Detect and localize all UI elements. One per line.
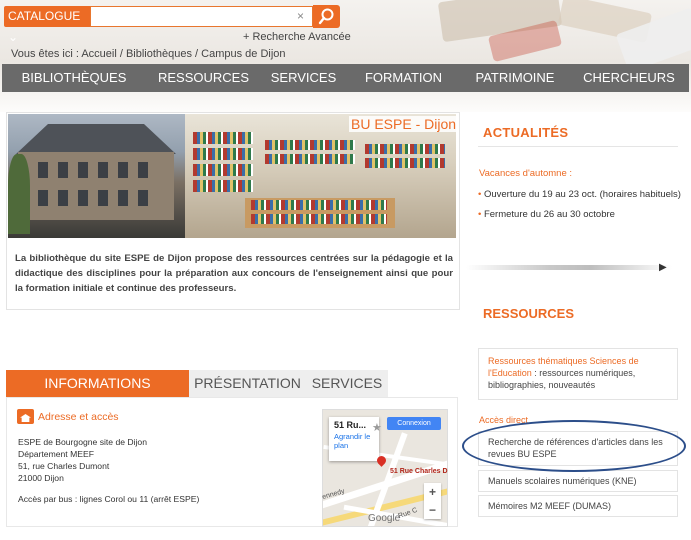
advanced-search-link[interactable]: + Recherche Avancée [243, 31, 351, 43]
address-line: 21000 Dijon [18, 473, 64, 483]
thematic-resources-box: Ressources thématiques Sciences de l'Edu… [478, 348, 678, 400]
google-logo: Google [368, 513, 401, 524]
building-photo [8, 114, 185, 238]
zoom-out-button[interactable]: − [424, 501, 441, 519]
nav-bibliotheques[interactable]: BIBLIOTHÈQUES [2, 64, 146, 92]
map-place-name: 51 Ru... [334, 420, 367, 430]
divider [478, 146, 678, 147]
main-nav: BIBLIOTHÈQUES RESSOURCES SERVICES FORMAT… [2, 64, 689, 92]
search-icon [318, 8, 334, 25]
resource-link-kne[interactable]: Manuels scolaires numériques (KNE) [478, 470, 678, 492]
highlight-ellipse [462, 420, 686, 472]
news-title: ACTUALITÉS [483, 125, 569, 140]
home-icon [17, 409, 34, 424]
map-pin-label: 51 Rue Charles D [390, 468, 448, 475]
news-item: • Fermeture du 26 au 30 octobre [478, 209, 615, 220]
map-login-button[interactable]: Connexion [387, 417, 441, 430]
zoom-in-button[interactable]: + [424, 483, 441, 501]
map-enlarge-link[interactable]: Agrandir le plan [334, 432, 374, 450]
catalog-dropdown[interactable]: CATALOGUE ⌄ [4, 6, 90, 44]
map-pin-icon[interactable] [377, 456, 386, 469]
breadcrumb: Vous êtes ici : Accueil / Bibliothèques … [11, 48, 286, 60]
tab-services[interactable]: SERVICES [306, 370, 388, 397]
map-zoom-control: + − [424, 483, 441, 519]
nav-formation[interactable]: FORMATION [346, 64, 461, 92]
nav-services[interactable]: SERVICES [261, 64, 346, 92]
info-tabs: INFORMATIONS PRATIQUES PRÉSENTATION SERV… [6, 370, 388, 418]
tab-presentation[interactable]: PRÉSENTATION [189, 370, 306, 397]
bus-access: Accès par bus : lignes Corol ou 11 (arrê… [18, 494, 200, 504]
address-title[interactable]: Adresse et accès [38, 411, 119, 423]
resource-link-dumas[interactable]: Mémoires M2 MEEF (DUMAS) [478, 495, 678, 517]
news-item-text: Ouverture du 19 au 23 oct. (horaires hab… [483, 189, 681, 200]
news-subtitle: Vacances d'automne : [479, 168, 573, 179]
address-line: Département MEEF [18, 449, 94, 459]
search-input[interactable] [90, 6, 313, 27]
address-line: ESPE de Bourgogne site de Dijon [18, 437, 147, 447]
library-card: La bibliothèque du site ESPE de Dijon pr… [6, 112, 460, 310]
address-line: 51, rue Charles Dumont [18, 461, 110, 471]
library-interior-photo [185, 114, 456, 238]
resources-title: RESSOURCES [483, 306, 575, 321]
nav-patrimoine[interactable]: PATRIMOINE [461, 64, 569, 92]
nav-chercheurs[interactable]: CHERCHEURS [569, 64, 689, 92]
library-title: BU ESPE - Dijon [349, 116, 459, 132]
nav-ressources[interactable]: RESSOURCES [146, 64, 261, 92]
bullet: • [478, 189, 482, 200]
library-description: La bibliothèque du site ESPE de Dijon pr… [15, 253, 453, 294]
next-arrow-icon[interactable]: ▶ [659, 262, 667, 273]
clear-icon[interactable]: × [297, 9, 304, 23]
carousel-bar [466, 265, 672, 270]
bullet: • [478, 209, 482, 220]
news-item-text: Fermeture du 26 au 30 octobre [483, 209, 615, 220]
search-button[interactable] [313, 5, 340, 28]
star-icon[interactable]: ★ [372, 421, 382, 434]
tab-informations-pratiques[interactable]: INFORMATIONS PRATIQUES [6, 370, 189, 418]
news-item: • Ouverture du 19 au 23 oct. (horaires h… [478, 189, 681, 200]
